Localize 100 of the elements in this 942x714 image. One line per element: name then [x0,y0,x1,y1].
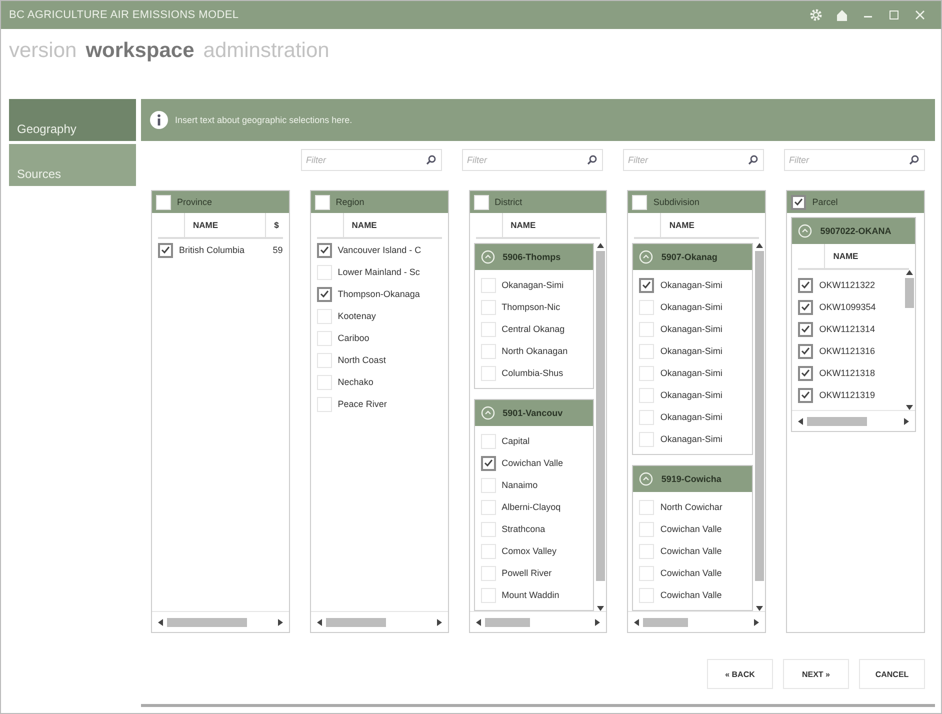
group-header[interactable]: 5919-Cowicha [633,466,752,492]
column-header[interactable]: $ [265,213,283,237]
filter-field[interactable]: Filter [623,149,764,171]
group-header[interactable]: 5907022-OKANA [792,218,915,244]
table-cell-text: Okanagan-Simi [660,412,724,422]
checkbox[interactable] [316,286,332,302]
collapse-icon[interactable] [480,250,495,264]
sidebar-item[interactable]: Sources [9,144,136,186]
collapse-icon[interactable] [480,406,495,420]
scroll-up-icon[interactable] [906,270,912,275]
table-cell-text: OKW1121316 [819,346,876,356]
vertical-scrollbar[interactable] [594,243,606,611]
window-title: BC AGRICULTURE AIR EMISSIONS MODEL [9,9,240,21]
column-header[interactable]: NAME [824,244,909,268]
group-header[interactable]: 5906-Thomps [474,244,594,270]
scroll-left-icon[interactable] [158,618,163,626]
column-header[interactable]: NAME [342,213,442,237]
scroll-right-icon[interactable] [436,618,442,626]
panel-title: Region [336,197,364,207]
column-header[interactable]: NAME [184,213,266,237]
panel-title: Parcel [812,197,838,207]
table-cell-text: Strathcona [502,524,546,534]
table-cell-text: Nanaimo [502,480,539,490]
checkbox[interactable] [798,366,814,380]
vertical-scrollbar[interactable] [903,270,915,410]
table-cell-text: Peace River [338,399,388,409]
scroll-thumb[interactable] [484,618,530,626]
table-cell-text: North Coast [338,355,387,365]
scroll-left-icon[interactable] [316,618,322,626]
collapse-icon[interactable] [798,224,812,238]
table-cell-text: Thompson-Nic [502,302,562,312]
table-cell-text: Okanagan-Simi [660,280,724,290]
vertical-scrollbar[interactable] [753,243,766,611]
search-icon[interactable] [587,155,597,165]
checkmark-icon [801,369,810,377]
checkbox[interactable] [480,456,496,470]
table-cell-text: OKW1121314 [819,324,876,334]
checkbox[interactable] [316,242,332,258]
table-cell-text: Okanagan-Simi [660,346,724,356]
collapse-icon[interactable] [639,472,654,486]
column-header[interactable]: NAME [660,213,760,237]
nav-button[interactable]: NEXT » [783,659,849,689]
scroll-thumb[interactable] [596,251,605,581]
nav-button[interactable]: « BACK [707,659,773,689]
table-cell-text: Okanagan-Simi [502,280,565,290]
table-cell-text: Vancouver Island - C [338,245,422,255]
scroll-thumb[interactable] [167,618,247,626]
checkmark-icon [320,246,329,254]
table-cell-text: OKW1121322 [819,280,876,290]
panel-title: Subdivision [653,197,700,207]
scroll-thumb[interactable] [904,278,914,308]
scroll-up-icon[interactable] [756,243,763,248]
filter-field[interactable]: Filter [462,149,603,171]
scroll-right-icon[interactable] [754,618,760,626]
checkbox[interactable] [798,278,814,292]
search-icon[interactable] [748,155,758,165]
scroll-right-icon[interactable] [904,418,909,424]
scroll-down-icon[interactable] [596,606,604,611]
table-cell-text: OKW1121318 [819,368,876,378]
checkbox[interactable] [639,278,654,292]
table-cell-text: Cowichan Valle [660,568,723,578]
scroll-right-icon[interactable] [278,618,283,626]
scroll-left-icon[interactable] [798,418,804,424]
scroll-down-icon[interactable] [756,606,763,611]
table-cell-text: Cowichan Valle [660,524,723,534]
table-cell-text: Okanagan-Simi [660,368,724,378]
table-cell-text: OKW1099354 [819,302,877,312]
table-cell-text: Mount Waddin [502,590,560,600]
group-header[interactable]: 5901-Vancouv [474,400,594,426]
sidebar-item[interactable]: Geography [9,99,136,141]
scroll-down-icon[interactable] [906,405,912,410]
table-cell-text: Okanagan-Simi [660,434,724,444]
scroll-thumb[interactable] [643,618,688,626]
checkbox[interactable] [798,322,814,336]
checkbox[interactable] [798,300,814,314]
scroll-thumb[interactable] [326,618,386,626]
column-header[interactable]: NAME [502,213,600,237]
filter-field[interactable]: Filter [301,149,442,171]
collapse-icon[interactable] [639,250,654,264]
scroll-thumb[interactable] [807,416,868,426]
checkmark-icon [801,325,810,333]
scroll-left-icon[interactable] [476,618,481,626]
filter-field[interactable]: Filter [784,149,925,171]
checkmark-icon [801,303,810,311]
checkbox[interactable] [791,194,806,210]
search-icon[interactable] [426,155,436,165]
checkmark-icon [794,198,804,206]
group-header[interactable]: 5907-Okanag [633,244,752,270]
checkmark-icon [801,391,810,399]
scroll-left-icon[interactable] [634,618,640,626]
scroll-thumb[interactable] [754,251,764,581]
search-icon[interactable] [909,155,919,165]
checkbox[interactable] [158,242,173,258]
nav-tab[interactable]: workspace [86,39,194,79]
scroll-up-icon[interactable] [596,243,604,248]
checkbox[interactable] [798,344,814,358]
scroll-right-icon[interactable] [595,618,600,626]
checkbox[interactable] [798,388,814,402]
table-cell-text: Lower Mainland - Sc [338,267,421,277]
nav-button[interactable]: CANCEL [859,659,925,689]
